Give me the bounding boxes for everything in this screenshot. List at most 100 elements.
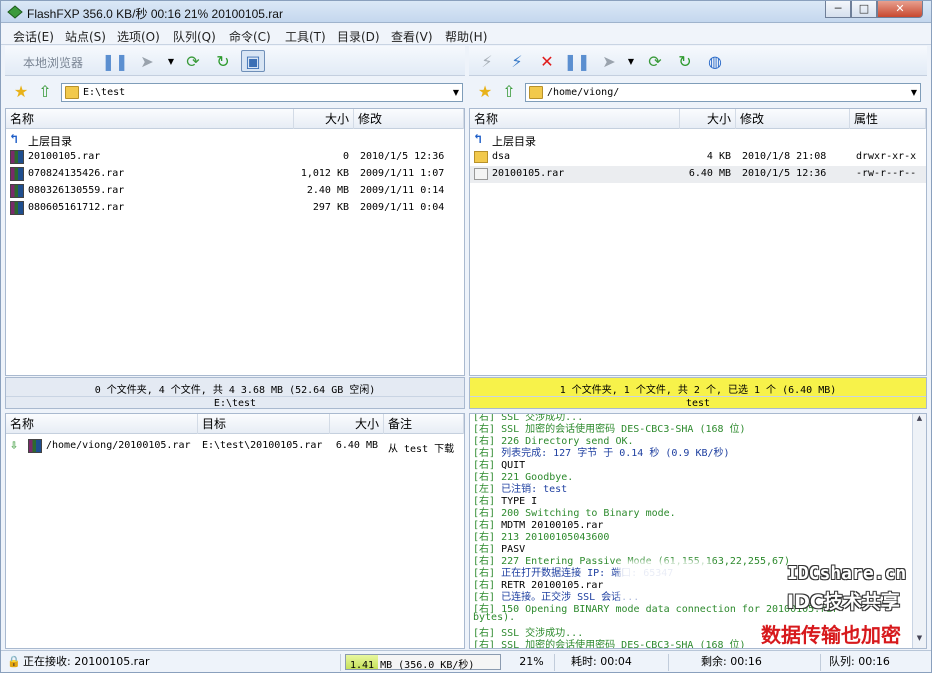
left-status-path: E:\test (6, 396, 464, 409)
column-attributes[interactable]: 属性 (850, 109, 926, 129)
menu-sites[interactable]: 站点(S) (65, 28, 106, 45)
close-button[interactable]: ✕ (877, 1, 923, 18)
log-text: 列表完成: 127 字节 于 0.14 秒 (0.9 KB/秒) (501, 448, 730, 459)
left-path-input[interactable]: E:\test ▼ (61, 83, 463, 102)
status-queue: 队列: 00:16 (829, 655, 890, 668)
local-browser-button[interactable]: 本地浏览器 (23, 54, 83, 71)
transfer-icon[interactable]: ➤ (597, 50, 621, 72)
refresh-folder-icon[interactable]: ⟳ (181, 50, 205, 72)
chevron-down-icon[interactable]: ▼ (453, 88, 459, 97)
connect-icon[interactable]: ⚡ (475, 50, 499, 72)
status-receiving: 正在接收: 20100105.rar (23, 654, 341, 671)
right-status-panel: 1 个文件夹, 1 个文件, 共 2 个, 已选 1 个 (6.40 MB) t… (469, 377, 927, 409)
menu-directory[interactable]: 目录(D) (337, 28, 380, 45)
minimize-button[interactable]: ─ (825, 1, 851, 18)
queue-column-name[interactable]: 名称 (6, 414, 198, 434)
maximize-button[interactable]: □ (851, 1, 877, 18)
parent-directory-icon: ↰ (10, 132, 18, 147)
quick-connect-icon[interactable]: ⚡ (505, 50, 529, 72)
log-line: [右] 150 Opening BINARY mode data connect… (473, 600, 838, 615)
list-item[interactable]: 070824135426.rar 1,012 KB 2009/1/11 1:07 (6, 166, 464, 183)
scroll-up-icon[interactable]: ▲ (914, 414, 925, 427)
queue-column-target[interactable]: 目标 (198, 414, 330, 434)
pause-icon[interactable]: ❚❚ (564, 50, 591, 72)
list-item[interactable]: 080605161712.rar 297 KB 2009/1/11 0:04 (6, 200, 464, 217)
chevron-down-icon[interactable]: ▼ (911, 88, 917, 97)
list-item[interactable]: ↰ 上层目录 (470, 132, 926, 149)
refresh-icon[interactable]: ↻ (211, 50, 235, 72)
queue-column-size[interactable]: 大小 (330, 414, 384, 434)
bookmark-star-icon[interactable]: ★ (9, 80, 33, 102)
transfer-icon[interactable]: ➤ (135, 50, 159, 72)
file-icon (474, 168, 488, 180)
menu-session[interactable]: 会话(E) (13, 28, 54, 45)
menu-view[interactable]: 查看(V) (391, 28, 433, 45)
right-path-text: /home/viong/ (547, 87, 620, 98)
watermark-tagline: IDC技术共享 (787, 591, 900, 613)
right-path-bar: ★ ⇧ /home/viong/ ▼ (469, 80, 927, 105)
queue-header: 名称 目标 大小 备注 (6, 414, 464, 434)
left-file-list: 名称 大小 修改 ↰ 上层目录 20100105.rar 0 2010/1/5 … (5, 108, 465, 376)
parent-folder-icon[interactable]: ⇧ (33, 80, 57, 102)
right-status-path: test (470, 396, 926, 409)
menu-help[interactable]: 帮助(H) (445, 28, 487, 45)
list-item-selected[interactable]: 20100105.rar 6.40 MB 2010/1/5 12:36 -rw-… (470, 166, 926, 183)
log-scrollbar[interactable]: ▲ ▼ (912, 414, 926, 648)
right-file-list: 名称 大小 修改 属性 ↰ 上层目录 dsa 4 KB 2010/1/8 21:… (469, 108, 927, 376)
watermark-caption: 数据传输也加密 (761, 623, 901, 647)
right-status-summary: 1 个文件夹, 1 个文件, 共 2 个, 已选 1 个 (6.40 MB) (559, 385, 837, 396)
list-item[interactable]: 080326130559.rar 2.40 MB 2009/1/11 0:14 (6, 183, 464, 200)
parent-folder-icon[interactable]: ⇧ (497, 80, 521, 102)
scroll-down-icon[interactable]: ▼ (914, 634, 925, 647)
log-text: SSL 加密的会话使用密码 DES-CBC3-SHA (168 位) (501, 640, 746, 649)
download-arrow-icon: ⇩ (10, 438, 18, 453)
disconnect-icon[interactable]: ✕ (535, 50, 559, 72)
log-tag: [右] (473, 640, 496, 649)
list-item[interactable]: ↰ 上层目录 (6, 132, 464, 149)
log-line: bytes). (473, 612, 515, 623)
list-item[interactable]: dsa 4 KB 2010/1/8 21:08 drwxr-xr-x (470, 149, 926, 166)
progress-text: 1.41 MB (356.0 KB/秒) (350, 660, 475, 671)
log-line: [右] SSL 加密的会话使用密码 DES-CBC3-SHA (168 位) (473, 636, 746, 649)
left-status-panel: 0 个文件夹, 4 个文件, 共 4 3.68 MB (52.64 GB 空闲)… (5, 377, 465, 409)
window-title: FlashFXP 356.0 KB/秒 00:16 21% 20100105.r… (27, 7, 283, 21)
log-text: bytes). (473, 612, 516, 623)
status-bar: 🔒 正在接收: 20100105.rar 1.41 MB (356.0 KB/秒… (1, 650, 931, 672)
local-view-icon[interactable]: ▣ (241, 50, 265, 72)
lock-icon: 🔒 (7, 655, 21, 668)
rar-file-icon (10, 184, 24, 198)
menu-queue[interactable]: 队列(Q) (173, 28, 216, 45)
column-name[interactable]: 名称 (6, 109, 294, 129)
right-path-input[interactable]: /home/viong/ ▼ (525, 83, 921, 102)
queue-column-note[interactable]: 备注 (384, 414, 464, 434)
globe-icon[interactable]: ◍ (703, 50, 727, 72)
list-item[interactable]: 20100105.rar 0 2010/1/5 12:36 (6, 149, 464, 166)
menu-tools[interactable]: 工具(T) (285, 28, 326, 45)
left-toolbar: 本地浏览器 ❚❚ ➤ ▼ ⟳ ↻ ▣ (5, 46, 465, 76)
flashfxp-logo-icon (7, 5, 23, 19)
dropdown-arrow-icon[interactable]: ▼ (619, 50, 643, 72)
refresh-folder-icon[interactable]: ⟳ (643, 50, 667, 72)
left-status-summary: 0 个文件夹, 4 个文件, 共 4 3.68 MB (52.64 GB 空闲) (94, 385, 376, 396)
column-size[interactable]: 大小 (680, 109, 736, 129)
rar-file-icon (28, 439, 42, 453)
column-size[interactable]: 大小 (294, 109, 354, 129)
parent-directory-icon: ↰ (474, 132, 482, 147)
menu-options[interactable]: 选项(O) (117, 28, 160, 45)
folder-icon (65, 86, 79, 99)
menu-commands[interactable]: 命令(C) (229, 28, 271, 45)
bookmark-star-icon[interactable]: ★ (473, 80, 497, 102)
column-modified[interactable]: 修改 (354, 109, 464, 129)
queue-item[interactable]: ⇩ /home/viong/20100105.rar E:\test\20100… (6, 438, 464, 455)
watermark-site: IDCshare.cn (787, 563, 907, 584)
pause-icon[interactable]: ❚❚ (102, 50, 129, 72)
column-name[interactable]: 名称 (470, 109, 680, 129)
right-toolbar: ⚡ ⚡ ✕ ❚❚ ➤ ▼ ⟳ ↻ ◍ (469, 46, 927, 76)
left-path-text: E:\test (83, 87, 126, 98)
column-modified[interactable]: 修改 (736, 109, 850, 129)
rar-file-icon (10, 167, 24, 181)
status-remaining: 剩余: 00:16 (701, 654, 821, 671)
dropdown-arrow-icon[interactable]: ▼ (159, 50, 183, 72)
transfer-progress-bar: 1.41 MB (356.0 KB/秒) (345, 654, 501, 671)
refresh-icon[interactable]: ↻ (673, 50, 697, 72)
